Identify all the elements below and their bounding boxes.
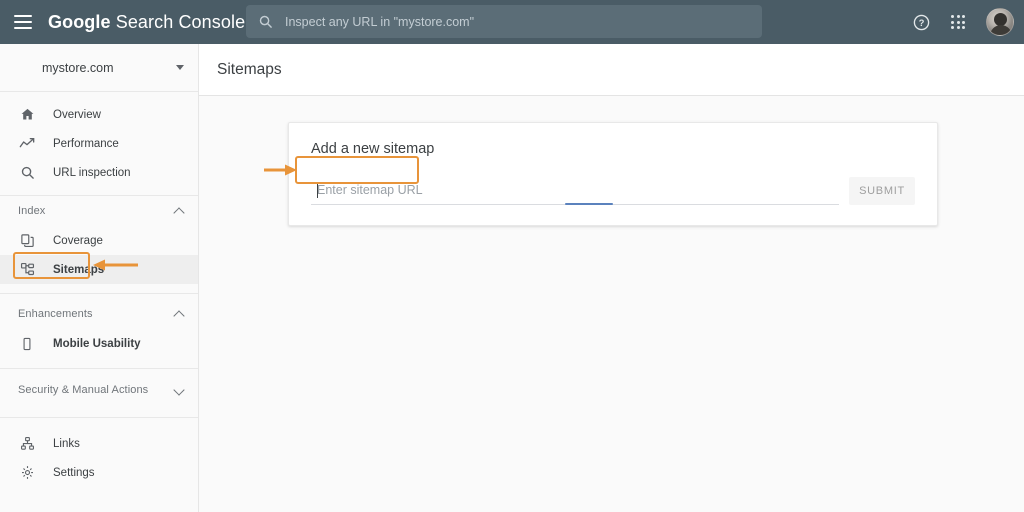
sidebar-item-label: URL inspection: [53, 166, 131, 179]
sidebar-item-label: Sitemaps: [53, 263, 105, 276]
gear-icon: [18, 464, 36, 482]
sidebar-item-label: Links: [53, 437, 80, 450]
sidebar-item-performance[interactable]: Performance: [0, 129, 198, 158]
sidebar-footer-group: Links Settings: [0, 418, 198, 495]
input-focus-indicator: [565, 202, 613, 205]
sitemap-input-wrapper: [311, 181, 839, 205]
app-brand: Google Search Console: [48, 12, 245, 33]
property-selector[interactable]: mystore.com: [0, 44, 198, 92]
sidebar-feedback-group: Submit feedback About new version: [0, 495, 198, 512]
svg-text:?: ?: [919, 18, 925, 28]
chevron-down-icon: [175, 386, 184, 395]
content-area: Add a new sitemap SUBMIT: [199, 96, 1024, 226]
sidebar-item-label: Performance: [53, 137, 119, 150]
section-label: Index: [18, 205, 46, 217]
page-header: Sitemaps: [199, 44, 1024, 96]
user-avatar[interactable]: [986, 8, 1014, 36]
search-placeholder-text: Inspect any URL in "mystore.com": [285, 14, 475, 29]
sidebar-item-sitemaps[interactable]: Sitemaps: [0, 255, 198, 284]
sidebar: mystore.com Overview Performance URL ins…: [0, 44, 199, 512]
brand-google: Google: [48, 11, 111, 32]
app-header: Google Search Console Inspect any URL in…: [0, 0, 1024, 44]
add-sitemap-card: Add a new sitemap SUBMIT: [288, 122, 938, 226]
card-title: Add a new sitemap: [311, 141, 435, 157]
trending-up-icon: [18, 135, 36, 153]
chevron-up-icon: [175, 207, 184, 216]
search-icon: [18, 164, 36, 182]
sidebar-item-label: Mobile Usability: [53, 337, 141, 350]
mobile-phone-icon: [18, 335, 36, 353]
hamburger-menu-icon[interactable]: [14, 15, 32, 29]
sitemap-tree-icon: [18, 261, 36, 279]
sidebar-item-settings[interactable]: Settings: [0, 458, 198, 487]
home-icon: [18, 106, 36, 124]
url-inspection-search-bar[interactable]: Inspect any URL in "mystore.com": [246, 5, 762, 38]
brand-search-console: Search Console: [110, 11, 246, 32]
search-icon: [258, 14, 273, 29]
main-content: Sitemaps Add a new sitemap SUBMIT: [199, 44, 1024, 512]
header-actions: ?: [913, 0, 1014, 44]
apps-grid-icon[interactable]: [950, 14, 966, 30]
help-circle-icon[interactable]: ?: [913, 14, 930, 31]
submit-button[interactable]: SUBMIT: [849, 177, 915, 205]
sidebar-item-overview[interactable]: Overview: [0, 100, 198, 129]
sidebar-item-url-inspection[interactable]: URL inspection: [0, 158, 198, 187]
links-network-icon: [18, 435, 36, 453]
sidebar-item-label: Coverage: [53, 234, 103, 247]
section-label: Security & Manual Actions: [18, 384, 149, 396]
property-name: mystore.com: [42, 60, 114, 75]
pages-copy-icon: [18, 232, 36, 250]
sidebar-item-label: Overview: [53, 108, 101, 121]
sidebar-item-links[interactable]: Links: [0, 429, 198, 458]
text-caret: [317, 182, 318, 198]
sidebar-section-index[interactable]: Index: [0, 196, 198, 226]
sidebar-item-mobile-usability[interactable]: Mobile Usability: [0, 329, 198, 358]
sidebar-section-enhancements[interactable]: Enhancements: [0, 299, 198, 329]
sitemap-url-input[interactable]: [311, 181, 839, 205]
page-title: Sitemaps: [217, 60, 282, 78]
primary-nav-group: Overview Performance URL inspection: [0, 92, 198, 195]
sidebar-divider: [0, 368, 198, 369]
sidebar-item-coverage[interactable]: Coverage: [0, 226, 198, 255]
sidebar-divider: [0, 293, 198, 294]
sidebar-section-security[interactable]: Security & Manual Actions: [0, 375, 198, 405]
sidebar-item-label: Settings: [53, 466, 95, 479]
chevron-up-icon: [175, 310, 184, 319]
chevron-down-icon: [176, 65, 184, 70]
add-sitemap-form: SUBMIT: [311, 177, 915, 205]
section-label: Enhancements: [18, 308, 93, 320]
